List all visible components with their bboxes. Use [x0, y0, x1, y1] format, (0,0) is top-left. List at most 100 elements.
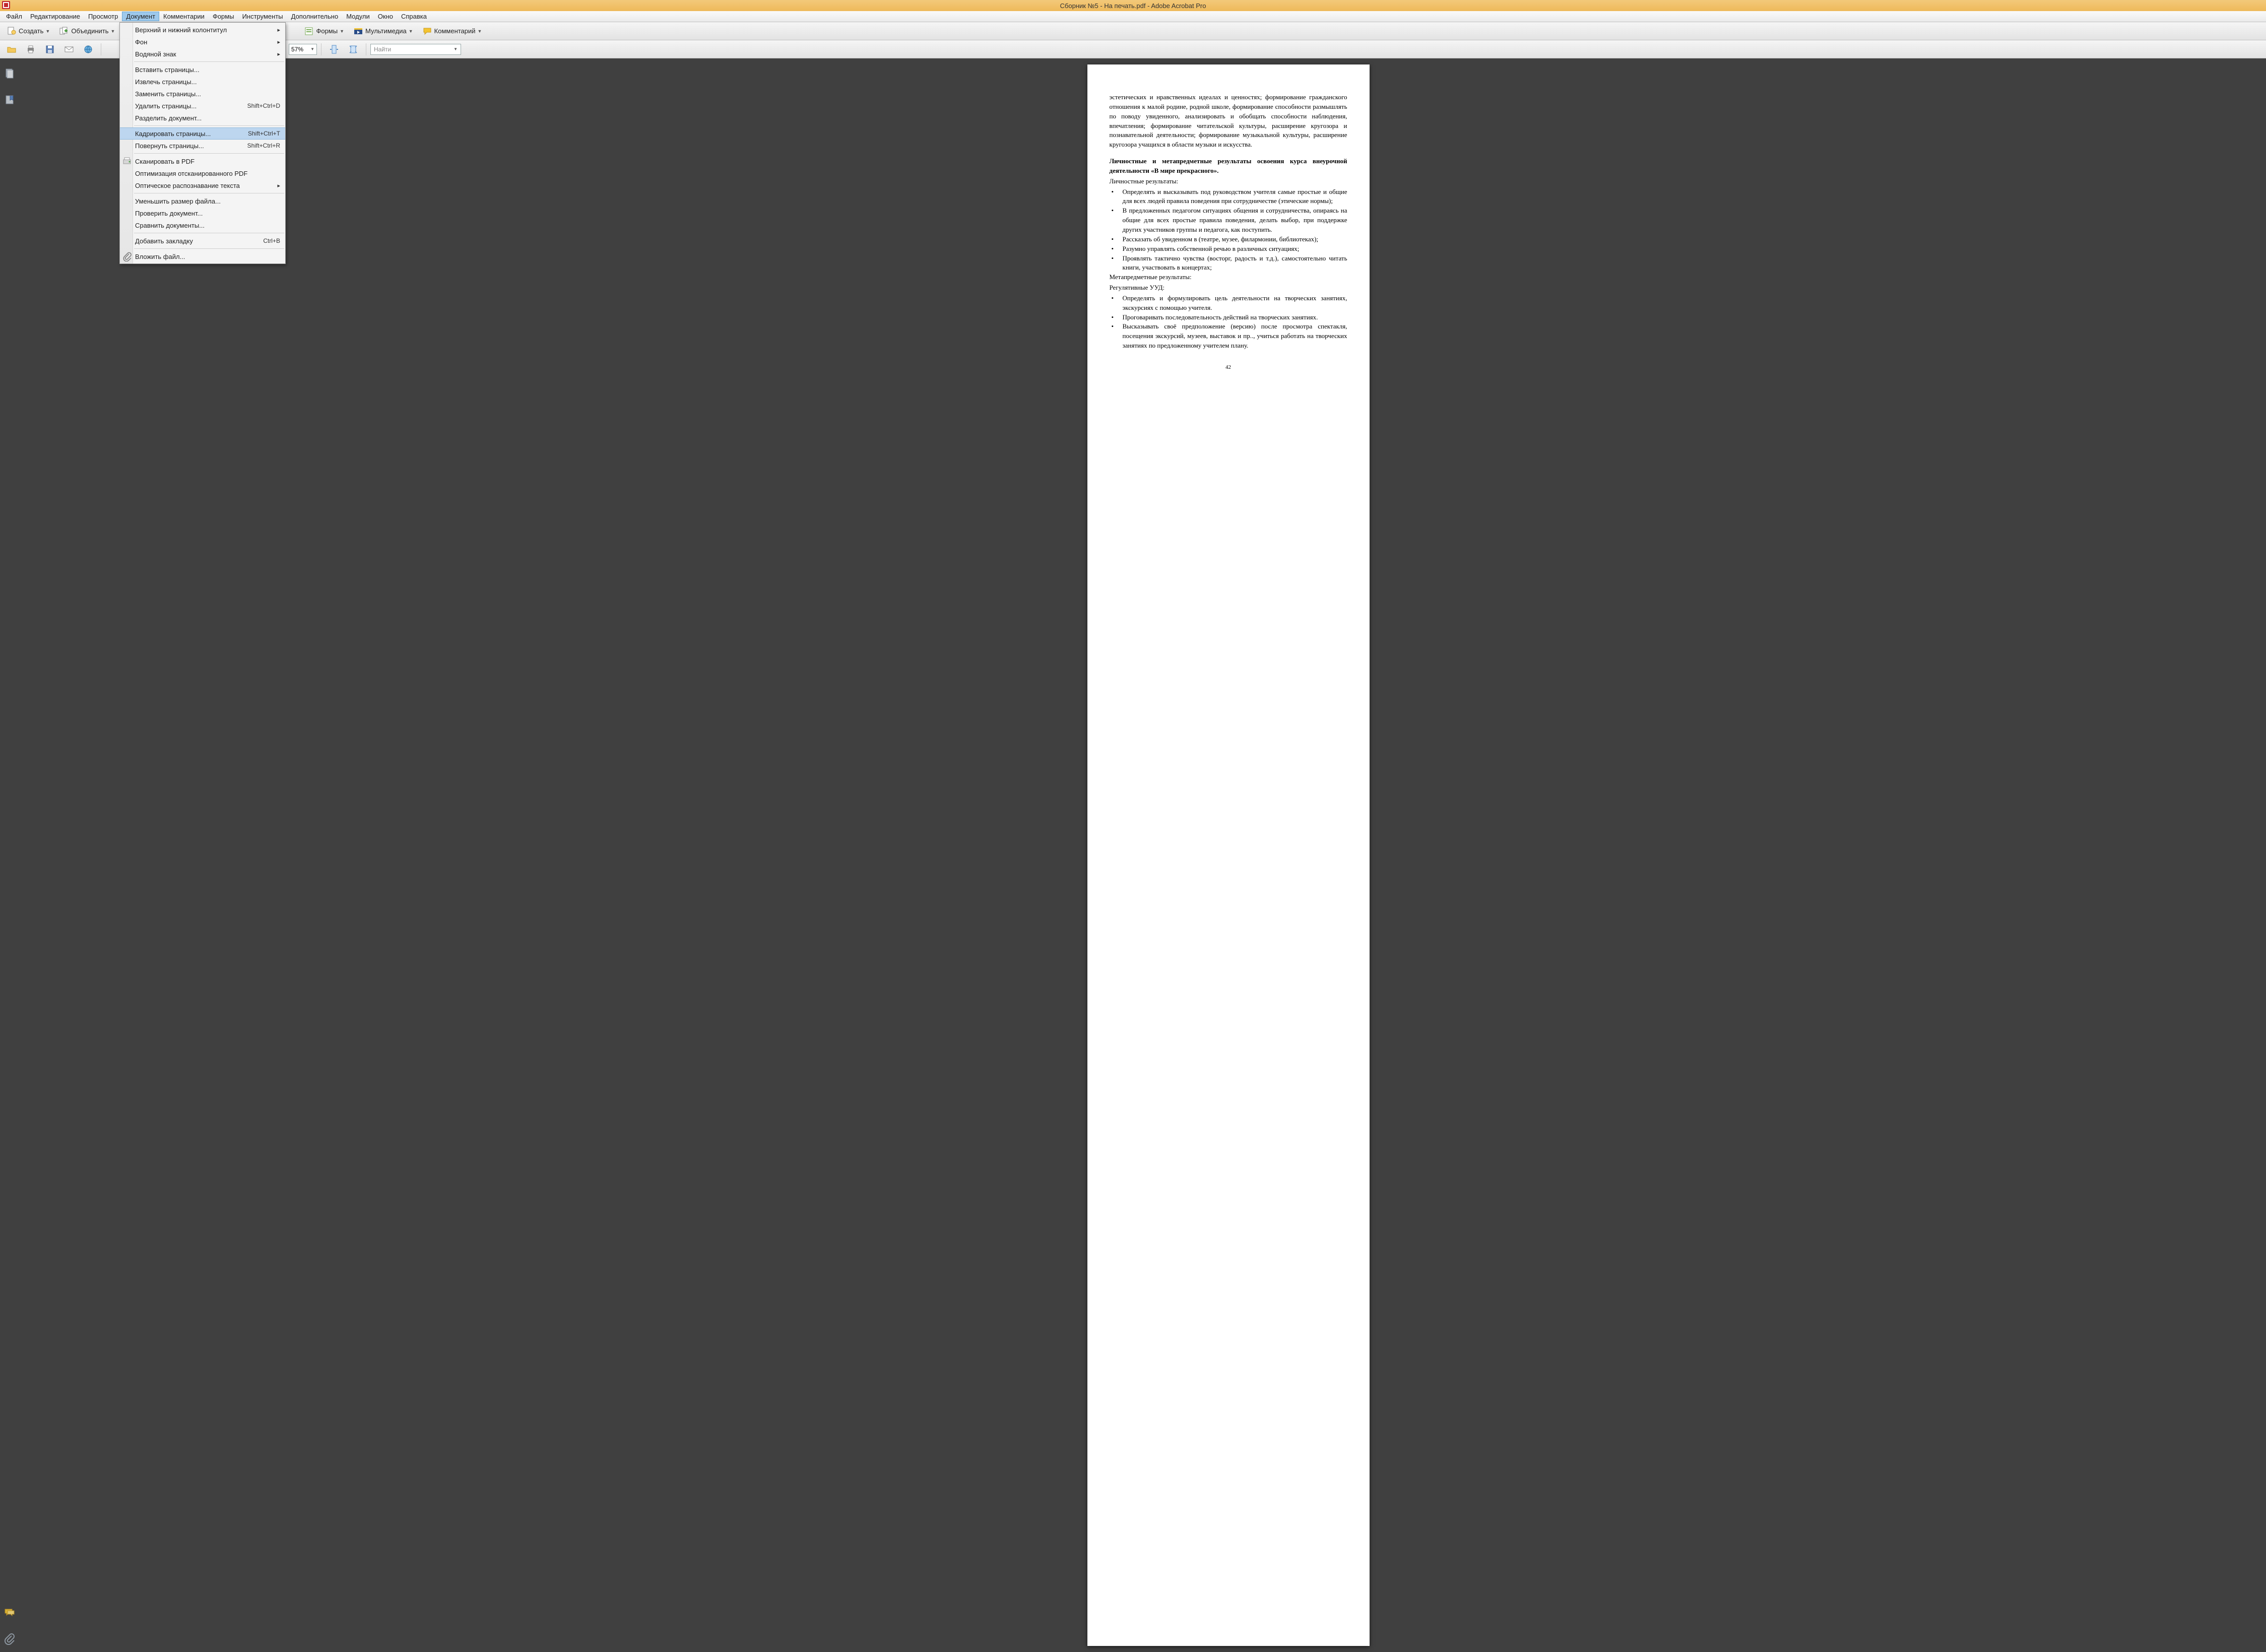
menu-item-label: Извлечь страницы...	[135, 78, 197, 86]
menu-item[interactable]: Заменить страницы...	[120, 88, 285, 100]
menu-item[interactable]: Кадрировать страницы...Shift+Ctrl+T	[120, 127, 285, 140]
multimedia-icon	[353, 26, 363, 36]
menu-item-label: Проверить документ...	[135, 210, 203, 217]
page-paragraph: эстетических и нравственных идеалах и це…	[1110, 93, 1347, 150]
menu-item-label: Добавить закладку	[135, 237, 193, 245]
menu-формы[interactable]: Формы	[209, 12, 238, 21]
menu-item[interactable]: Оптическое распознавание текста ▸	[120, 179, 285, 191]
attach-icon	[122, 251, 132, 261]
menu-item[interactable]: Сравнить документы...	[120, 219, 285, 231]
page-subheading: Личностные результаты:	[1110, 177, 1347, 186]
menu-shortcut: Shift+Ctrl+D	[247, 102, 280, 109]
open-button[interactable]	[3, 42, 20, 57]
page-number: 42	[1110, 364, 1347, 372]
list-item: Проговаривать последовательность действи…	[1110, 313, 1347, 322]
print-button[interactable]	[22, 42, 39, 57]
menu-item[interactable]: Проверить документ...	[120, 207, 285, 219]
menu-separator	[134, 153, 284, 154]
menu-окно[interactable]: Окно	[374, 12, 397, 21]
document-viewport[interactable]: эстетических и нравственных идеалах и це…	[19, 58, 2266, 1652]
attachments-panel-button[interactable]	[4, 1633, 16, 1645]
menu-item[interactable]: Повернуть страницы...Shift+Ctrl+R	[120, 140, 285, 152]
list-item: Высказывать своё предположение (версию) …	[1110, 322, 1347, 351]
combine-button[interactable]: Объединить▼	[55, 24, 118, 39]
forms-button[interactable]: Формы▼	[300, 24, 348, 39]
chevron-down-icon: ▼	[340, 29, 344, 34]
list-item: Разумно управлять собственной речью в ра…	[1110, 244, 1347, 254]
menu-комментарии[interactable]: Комментарии	[159, 12, 209, 21]
globe-icon	[83, 44, 93, 54]
bookmarks-panel-button[interactable]	[4, 94, 16, 106]
menu-shortcut: Shift+Ctrl+R	[247, 142, 280, 149]
menu-просмотр[interactable]: Просмотр	[84, 12, 122, 21]
menu-item-label: Вложить файл...	[135, 253, 185, 260]
workspace: эстетических и нравственных идеалах и це…	[0, 58, 2266, 1652]
comment-button[interactable]: Комментарий▼	[419, 24, 486, 39]
menu-файл[interactable]: Файл	[2, 12, 26, 21]
find-input[interactable]: Найти ▼	[370, 44, 461, 55]
fit-width-button[interactable]	[326, 42, 343, 57]
menu-item-label: Кадрировать страницы...	[135, 130, 211, 138]
navigation-rail	[0, 58, 19, 1652]
app-icon	[2, 1, 10, 9]
multimedia-button[interactable]: Мультимедиа▼	[350, 24, 417, 39]
menu-item[interactable]: Вставить страницы...	[120, 63, 285, 76]
zoom-input[interactable]: 57% ▼	[289, 44, 317, 55]
menu-separator	[134, 61, 284, 62]
fit-page-button[interactable]	[345, 42, 362, 57]
create-icon	[7, 26, 17, 36]
menu-справка[interactable]: Справка	[397, 12, 431, 21]
menu-item-label: Оптическое распознавание текста	[135, 182, 240, 189]
menu-item-label: Сравнить документы...	[135, 222, 205, 229]
save-icon	[45, 44, 55, 54]
comments-panel-button[interactable]	[4, 1607, 16, 1619]
mail-icon	[64, 44, 74, 54]
scanner-icon	[122, 156, 132, 166]
pages-panel-button[interactable]	[4, 68, 16, 80]
chevron-down-icon: ▼	[454, 47, 458, 51]
page-subheading: Метапредметные результаты:	[1110, 273, 1347, 282]
menu-item[interactable]: Фон ▸	[120, 36, 285, 48]
chevron-down-icon: ▼	[409, 29, 413, 34]
menubar: ФайлРедактированиеПросмотрДокументКоммен…	[0, 11, 2266, 22]
menu-item[interactable]: Извлечь страницы...	[120, 76, 285, 88]
menu-модули[interactable]: Модули	[342, 12, 374, 21]
create-button[interactable]: Создать▼	[3, 24, 53, 39]
forms-icon	[304, 26, 314, 36]
menu-item[interactable]: Сканировать в PDF	[120, 155, 285, 167]
web-button[interactable]	[80, 42, 97, 57]
combine-icon	[59, 26, 69, 36]
chevron-down-icon: ▼	[478, 29, 482, 34]
submenu-arrow-icon: ▸	[277, 27, 280, 33]
submenu-arrow-icon: ▸	[277, 182, 280, 189]
menu-shortcut: Ctrl+B	[263, 237, 280, 244]
printer-icon	[26, 44, 36, 54]
menu-item[interactable]: Удалить страницы...Shift+Ctrl+D	[120, 100, 285, 112]
menu-редактирование[interactable]: Редактирование	[26, 12, 84, 21]
chevron-down-icon: ▼	[45, 29, 50, 34]
menu-документ[interactable]: Документ	[122, 12, 159, 21]
menu-item-label: Заменить страницы...	[135, 90, 201, 98]
zoom-value: 57%	[291, 46, 303, 53]
save-button[interactable]	[41, 42, 58, 57]
menu-item[interactable]: Верхний и нижний колонтитул ▸	[120, 24, 285, 36]
menu-item-label: Верхний и нижний колонтитул	[135, 26, 227, 34]
list-item: В предложенных педагогом ситуациях общен…	[1110, 206, 1347, 235]
menu-item[interactable]: Разделить документ...	[120, 112, 285, 124]
folder-open-icon	[7, 44, 17, 54]
menu-item[interactable]: Оптимизация отсканированного PDF	[120, 167, 285, 179]
submenu-arrow-icon: ▸	[277, 39, 280, 45]
menu-item-label: Фон	[135, 38, 147, 46]
menu-item[interactable]: Уменьшить размер файла...	[120, 195, 285, 207]
menu-инструменты[interactable]: Инструменты	[238, 12, 287, 21]
chevron-down-icon: ▼	[111, 29, 115, 34]
toolbar-main: Создать▼ Объединить▼ Формы▼ Мультимедиа▼…	[0, 22, 2266, 40]
menu-дополнительно[interactable]: Дополнительно	[287, 12, 343, 21]
menu-item[interactable]: Вложить файл...	[120, 250, 285, 262]
menu-separator	[134, 125, 284, 126]
menu-item[interactable]: Водяной знак ▸	[120, 48, 285, 60]
menu-item[interactable]: Добавить закладку Ctrl+B	[120, 235, 285, 247]
submenu-arrow-icon: ▸	[277, 51, 280, 57]
menu-item-label: Водяной знак	[135, 50, 176, 58]
email-button[interactable]	[60, 42, 78, 57]
